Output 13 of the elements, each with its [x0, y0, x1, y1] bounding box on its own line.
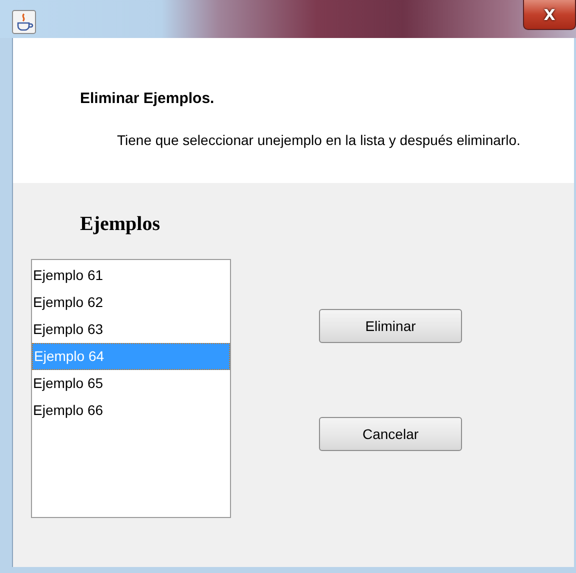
list-item[interactable]: Ejemplo 63	[32, 316, 230, 343]
list-item[interactable]: Ejemplo 61	[32, 262, 230, 289]
list-item[interactable]: Ejemplo 62	[32, 289, 230, 316]
example-list[interactable]: Ejemplo 61 Ejemplo 62 Ejemplo 63 Ejemplo 64 Ejemplo 65 Ejemplo 66	[31, 259, 231, 518]
close-button[interactable]: X	[523, 0, 576, 30]
list-label: Ejemplos	[80, 213, 161, 237]
list-item[interactable]: Ejemplo 66	[32, 397, 230, 424]
list-item[interactable]: Ejemplo 65	[32, 370, 230, 397]
dialog-button[interactable]: Eliminar	[319, 309, 462, 343]
dialog-heading: Eliminar Ejemplos.	[80, 90, 216, 107]
dialog-button[interactable]: Cancelar	[319, 417, 462, 451]
java-cup-icon	[12, 10, 36, 34]
dialog-description: Tiene que seleccionar unejemplo en la lista y después eliminarlo.	[117, 132, 522, 148]
